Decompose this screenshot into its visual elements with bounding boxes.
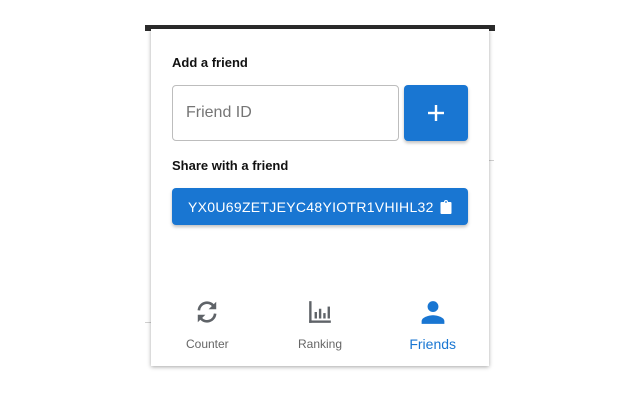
share-heading: Share with a friend	[172, 158, 289, 173]
clipboard-icon	[440, 199, 452, 214]
person-icon	[420, 297, 446, 327]
copy-friend-code-button[interactable]: YX0U69ZETJEYC48YIOTR1VHIHL32	[172, 188, 468, 225]
nav-label-counter: Counter	[185, 337, 229, 351]
plus-icon	[428, 105, 444, 121]
screen: Add a friend Share with a friend YX0U69Z…	[0, 0, 640, 400]
nav-item-ranking[interactable]: Ranking	[264, 291, 377, 366]
friend-id-input[interactable]	[172, 85, 399, 141]
friends-popup: Add a friend Share with a friend YX0U69Z…	[151, 29, 489, 366]
bottom-navigation: Counter Ranking Friends	[151, 291, 489, 366]
add-friend-button[interactable]	[404, 85, 468, 141]
add-friend-heading: Add a friend	[172, 55, 248, 70]
refresh-icon	[194, 297, 220, 327]
nav-label-ranking: Ranking	[297, 337, 343, 351]
nav-label-friends: Friends	[409, 336, 457, 352]
nav-item-friends[interactable]: Friends	[376, 291, 489, 366]
bar-chart-icon	[307, 297, 333, 327]
nav-item-counter[interactable]: Counter	[151, 291, 264, 366]
friend-code: YX0U69ZETJEYC48YIOTR1VHIHL32	[188, 198, 434, 215]
